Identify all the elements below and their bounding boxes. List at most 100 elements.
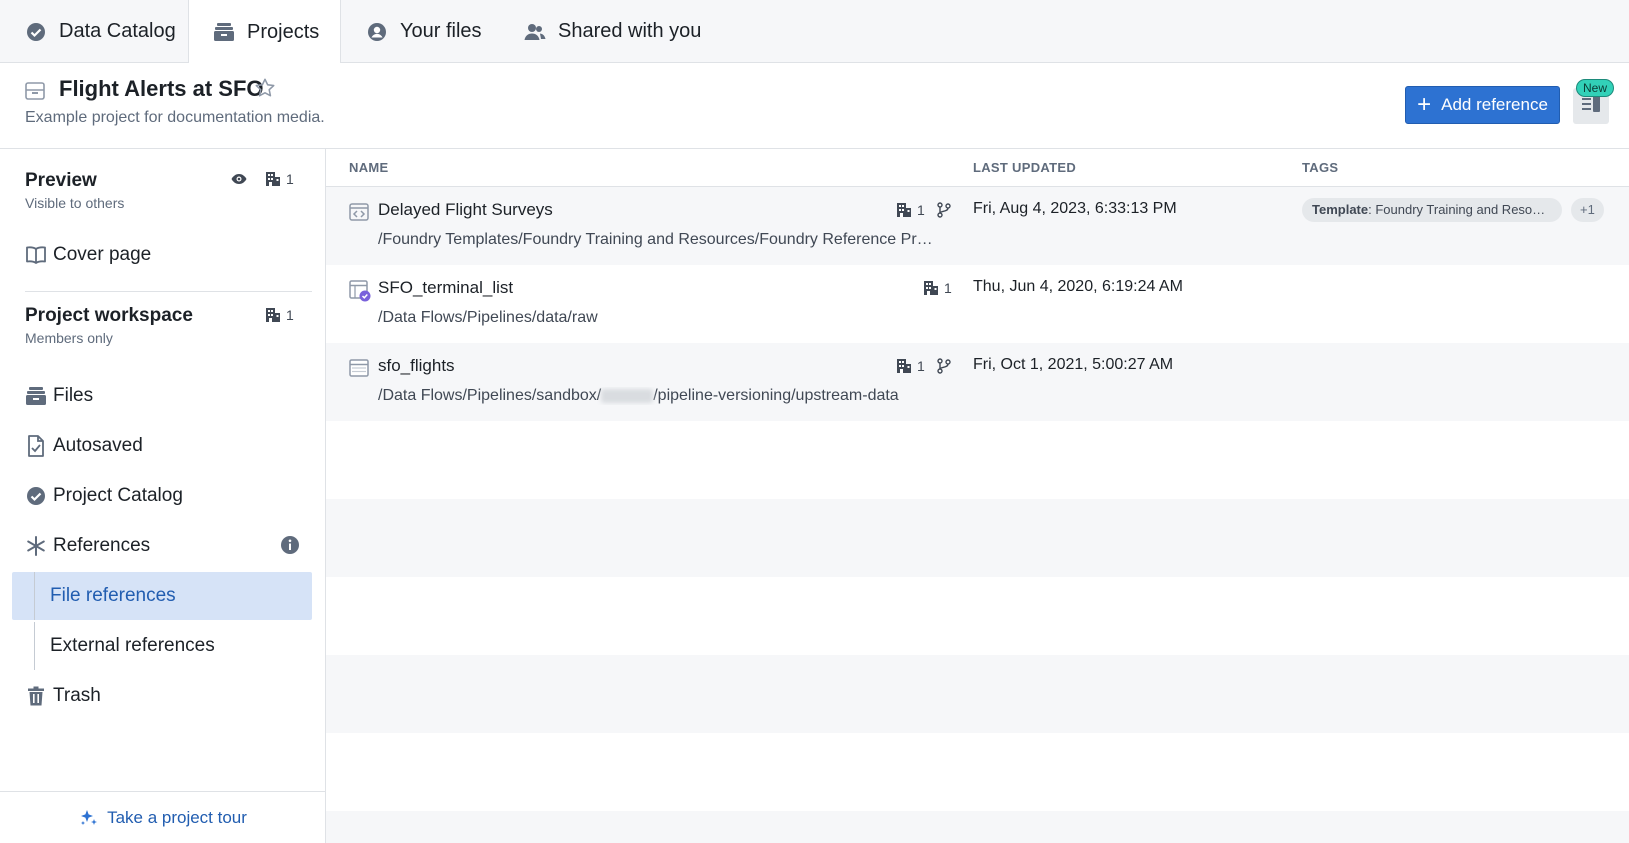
file-meta: 1 [896, 202, 951, 218]
sidebar-item-references[interactable]: References [12, 522, 312, 570]
workspace-section-title: Project workspace [25, 305, 193, 326]
tab-your-files[interactable]: Your files [366, 0, 482, 63]
preview-count: 1 [286, 171, 294, 187]
empty-row [326, 421, 1629, 499]
empty-row [326, 655, 1629, 733]
sidebar-item-files[interactable]: Files [12, 372, 312, 420]
tab-label: Data Catalog [59, 20, 176, 42]
sidebar-item-label: Project Catalog [53, 485, 183, 506]
redacted-segment [601, 388, 654, 403]
table-row[interactable]: sfo_flights 1 /Data Flows/Pipelines/sand… [326, 343, 1629, 421]
column-header-last-updated[interactable]: LAST UPDATED [973, 160, 1076, 175]
organization-icon [265, 171, 281, 187]
organization-icon [265, 307, 281, 323]
tag-chip[interactable]: Template: Foundry Training and Resources [1302, 198, 1562, 222]
sidebar-item-label: References [53, 535, 151, 556]
sidebar-item-external-references[interactable]: External references [12, 622, 312, 670]
add-reference-button[interactable]: + Add reference [1405, 86, 1560, 124]
organization-icon [923, 280, 939, 296]
eye-icon [231, 173, 247, 185]
empty-row [326, 577, 1629, 655]
references-table: NAME LAST UPDATED TAGS Delayed Flight Su… [326, 149, 1629, 843]
sidebar-item-label: Autosaved [53, 435, 143, 456]
workspace-section-subtitle: Members only [25, 330, 113, 346]
column-header-tags[interactable]: TAGS [1302, 160, 1338, 175]
tab-label: Your files [400, 20, 482, 42]
file-path: /Foundry Templates/Foundry Training and … [378, 231, 938, 248]
star-icon[interactable] [254, 77, 276, 99]
last-updated: Fri, Aug 4, 2023, 6:33:13 PM [973, 200, 1177, 217]
sidebar-item-file-references[interactable]: File references [12, 572, 312, 620]
check-circle-icon [25, 21, 47, 43]
branch-icon [937, 202, 951, 218]
workspace-meta: 1 [265, 307, 294, 323]
sidebar-item-label: File references [50, 585, 176, 606]
project-box-icon [25, 81, 45, 101]
file-path: /Data Flows/Pipelines/data/raw [378, 309, 598, 326]
tab-label: Projects [247, 20, 320, 43]
new-badge: New [1576, 79, 1615, 97]
table-header: NAME LAST UPDATED TAGS [326, 149, 1629, 187]
file-path: /Data Flows/Pipelines/sandbox/ /pipeline-… [378, 387, 899, 405]
tag-key: Template [1312, 202, 1369, 217]
organization-icon [896, 358, 912, 374]
preview-section-subtitle: Visible to others [25, 195, 125, 211]
tab-data-catalog[interactable]: Data Catalog [25, 0, 176, 63]
empty-row [326, 499, 1629, 577]
sidebar-item-autosaved[interactable]: Autosaved [12, 422, 312, 470]
sidebar: Preview Visible to others 1 Cover page P… [0, 149, 326, 843]
top-tab-bar: Data Catalog Projects Your files Shared … [0, 0, 1629, 64]
empty-row [326, 811, 1629, 843]
path-prefix: /Data Flows/Pipelines/sandbox/ [378, 387, 602, 404]
check-circle-icon [25, 485, 47, 507]
file-meta: 1 [896, 358, 951, 374]
path-suffix: /pipeline-versioning/upstream-data [653, 387, 899, 404]
add-reference-label: Add reference [1441, 95, 1548, 114]
preview-meta: 1 [231, 171, 294, 187]
dataset-verified-icon [349, 280, 371, 302]
column-header-name[interactable]: NAME [349, 160, 388, 175]
tag-more-chip[interactable]: +1 [1571, 198, 1604, 222]
project-tour-label: Take a project tour [107, 807, 247, 827]
trash-icon [25, 685, 47, 707]
org-count: 1 [944, 280, 952, 296]
sidebar-divider [25, 291, 312, 292]
sidebar-item-label: Cover page [53, 244, 152, 265]
tag-value: Foundry Training and Resources [1375, 202, 1562, 217]
asterisk-icon [25, 535, 47, 557]
projects-icon [213, 21, 235, 43]
sidebar-item-trash[interactable]: Trash [12, 672, 312, 720]
info-icon[interactable] [280, 535, 300, 555]
org-count: 1 [917, 358, 925, 374]
tab-shared-with-you[interactable]: Shared with you [524, 0, 701, 63]
people-icon [524, 21, 546, 43]
page-title: Flight Alerts at SFO [59, 76, 264, 101]
panel-icon [1581, 95, 1601, 118]
sidebar-item-cover-page[interactable]: Cover page [12, 231, 312, 279]
branch-icon [937, 358, 951, 374]
sidebar-item-label: Files [53, 385, 94, 406]
tab-projects[interactable]: Projects [188, 0, 341, 64]
sparkle-icon [79, 808, 99, 828]
file-name[interactable]: SFO_terminal_list [378, 278, 513, 298]
file-name[interactable]: Delayed Flight Surveys [378, 200, 553, 220]
plus-icon: + [1417, 91, 1432, 118]
empty-row [326, 733, 1629, 811]
table-row[interactable]: Delayed Flight Surveys 1 /Foundry Templa… [326, 187, 1629, 265]
organization-icon [896, 202, 912, 218]
preview-section-title: Preview [25, 170, 97, 191]
last-updated: Thu, Jun 4, 2020, 6:19:24 AM [973, 278, 1183, 295]
autosaved-icon [25, 435, 47, 457]
sidebar-item-label: External references [50, 635, 215, 656]
project-header: Flight Alerts at SFO Example project for… [0, 63, 1629, 149]
dataset-icon [349, 358, 369, 378]
file-name[interactable]: sfo_flights [378, 356, 455, 376]
user-circle-icon [366, 21, 388, 43]
sidebar-item-label: Trash [53, 685, 101, 706]
files-icon [25, 385, 47, 407]
project-tour-button[interactable]: Take a project tour [0, 791, 326, 843]
table-row[interactable]: SFO_terminal_list 1 /Data Flows/Pipeline… [326, 265, 1629, 343]
book-icon [25, 244, 47, 266]
code-repository-icon [349, 202, 369, 222]
sidebar-item-project-catalog[interactable]: Project Catalog [12, 472, 312, 520]
